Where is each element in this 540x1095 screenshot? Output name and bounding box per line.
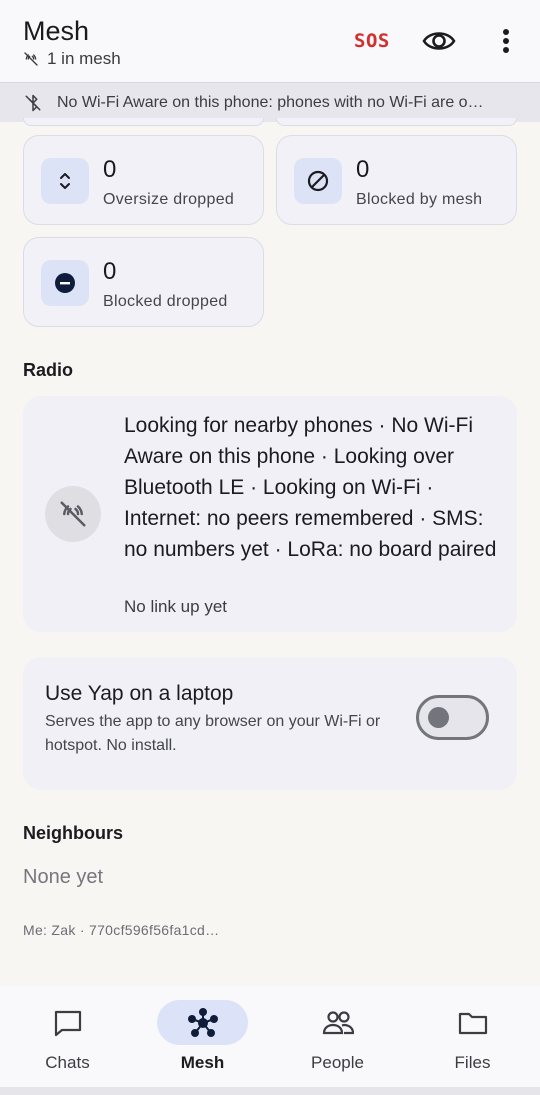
nav-pill [427,1000,518,1045]
banner-text: No Wi-Fi Aware on this phone: phones wit… [57,93,484,111]
mesh-icon [187,1007,218,1037]
laptop-toggle[interactable] [416,695,489,740]
page-title: Mesh [23,16,90,46]
nav-label: People [311,1053,364,1072]
bluetooth-off-icon [25,94,41,111]
chat-icon [54,1010,81,1036]
mesh-count: 1 in mesh [23,49,121,69]
bottom-nav: Chats Mesh People Files [0,986,540,1087]
nav-item-chats[interactable]: Chats [0,986,135,1087]
nav-item-files[interactable]: Files [405,986,540,1087]
nav-item-mesh[interactable]: Mesh [135,986,270,1087]
me-identity[interactable]: Me: Zak · 770cf596f56fa1cd… [23,922,219,938]
nav-label: Chats [45,1053,90,1072]
nav-pill [292,1000,383,1045]
nav-label: Files [454,1053,491,1072]
stat-card-blocked-by-mesh: 0 Blocked by mesh [276,135,517,225]
minus-circle-icon [41,260,89,306]
link-off-icon [24,52,38,66]
neighbours-empty: None yet [23,866,104,888]
link-off-icon [45,486,101,542]
nav-pill [157,1000,248,1045]
eye-icon[interactable] [421,26,457,56]
radio-status-card[interactable]: Looking for nearby phones · No Wi-Fi Awa… [23,396,517,632]
card-stub [276,118,517,126]
laptop-description: Serves the app to any browser on your Wi… [45,713,381,754]
toggle-knob [428,707,449,728]
stat-label: Blocked dropped [103,293,228,310]
more-vert-icon[interactable] [496,26,516,56]
nav-label: Mesh [180,1053,225,1072]
stat-card-blocked-dropped: 0 Blocked dropped [23,237,264,327]
system-nav-bar [0,1087,540,1095]
card-stub [23,118,264,126]
nav-item-people[interactable]: People [270,986,405,1087]
people-icon [322,1010,354,1034]
stat-value: 0 [103,258,117,285]
wifi-aware-banner[interactable]: No Wi-Fi Aware on this phone: phones wit… [0,82,540,122]
block-icon [294,158,342,204]
mesh-count-label: 1 in mesh [47,49,121,68]
stat-label: Blocked by mesh [356,191,483,208]
radio-status-text: Looking for nearby phones · No Wi-Fi Awa… [124,414,497,561]
laptop-title: Use Yap on a laptop [45,682,234,705]
radio-section-title: Radio [23,360,74,380]
laptop-card[interactable]: Use Yap on a laptop Serves the app to an… [23,657,517,790]
app-bar: Mesh 1 in mesh SOS [0,0,540,82]
stat-value: 0 [103,156,117,183]
folder-icon [458,1012,487,1034]
neighbours-section-title: Neighbours [23,823,124,843]
stat-value: 0 [356,156,370,183]
stat-label: Oversize dropped [103,191,235,208]
nav-pill [22,1000,113,1045]
sos-button[interactable]: SOS [354,30,390,52]
stat-card-oversize-dropped: 0 Oversize dropped [23,135,264,225]
unfold-icon [41,158,89,204]
radio-link-status: No link up yet [124,597,227,616]
